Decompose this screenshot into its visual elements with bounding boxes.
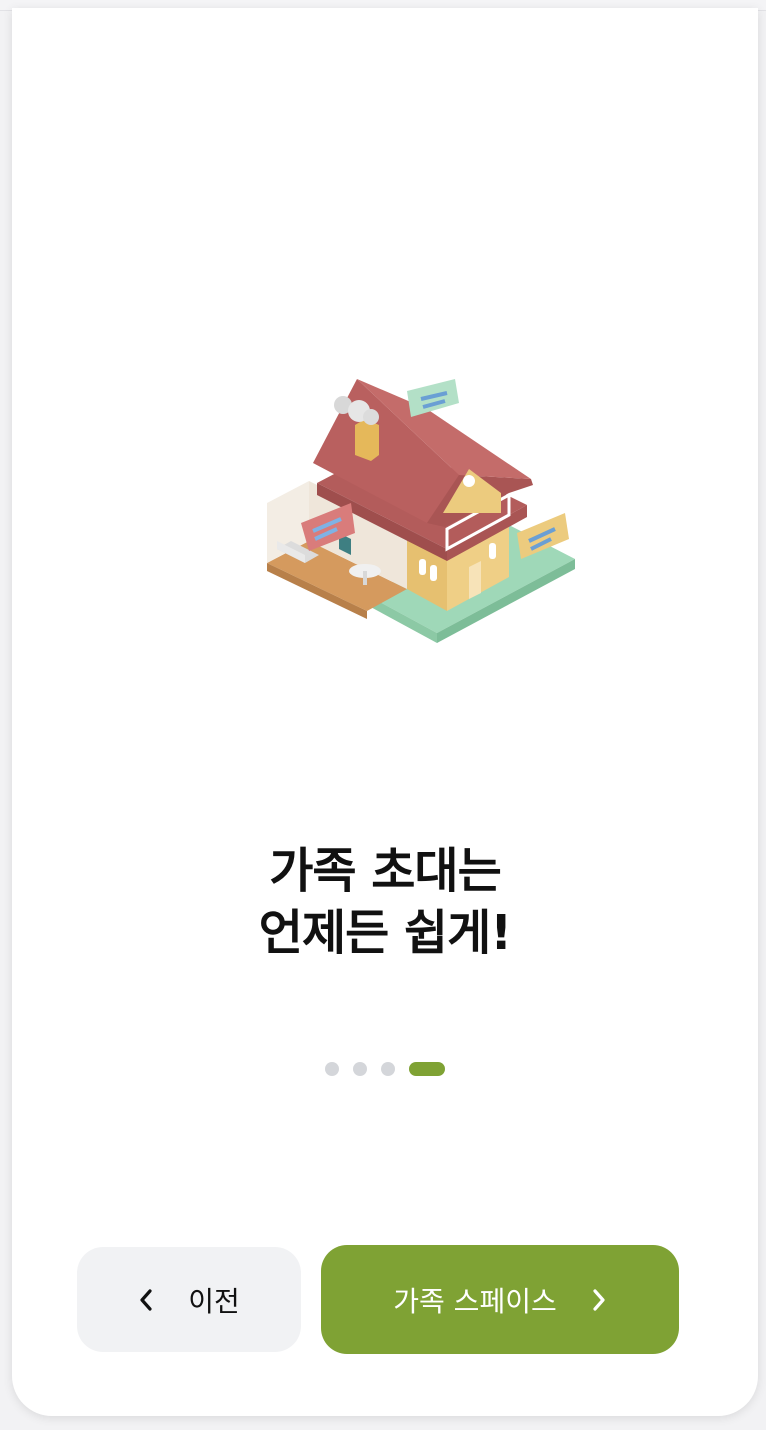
previous-button[interactable]: 이전 [77, 1247, 301, 1352]
page-dot-4-active[interactable] [409, 1062, 445, 1076]
onboarding-card: 가족 초대는 언제든 쉽게! [12, 8, 758, 1416]
onboarding-headline: 가족 초대는 언제든 쉽게! [12, 840, 758, 964]
page-dot-2[interactable] [353, 1062, 367, 1076]
family-space-button[interactable]: 가족 스페이스 [321, 1245, 679, 1354]
page-indicator [12, 1061, 758, 1077]
page-dot-1[interactable] [325, 1062, 339, 1076]
headline-line-2: 언제든 쉽게! [258, 905, 512, 961]
previous-button-label: 이전 [188, 1284, 240, 1318]
page-dot-3[interactable] [381, 1062, 395, 1076]
chevron-left-icon [138, 1288, 154, 1312]
headline-line-1: 가족 초대는 [269, 843, 502, 899]
family-space-button-label: 가족 스페이스 [393, 1284, 557, 1318]
house-illustration [267, 379, 575, 643]
chevron-right-icon [591, 1288, 607, 1312]
